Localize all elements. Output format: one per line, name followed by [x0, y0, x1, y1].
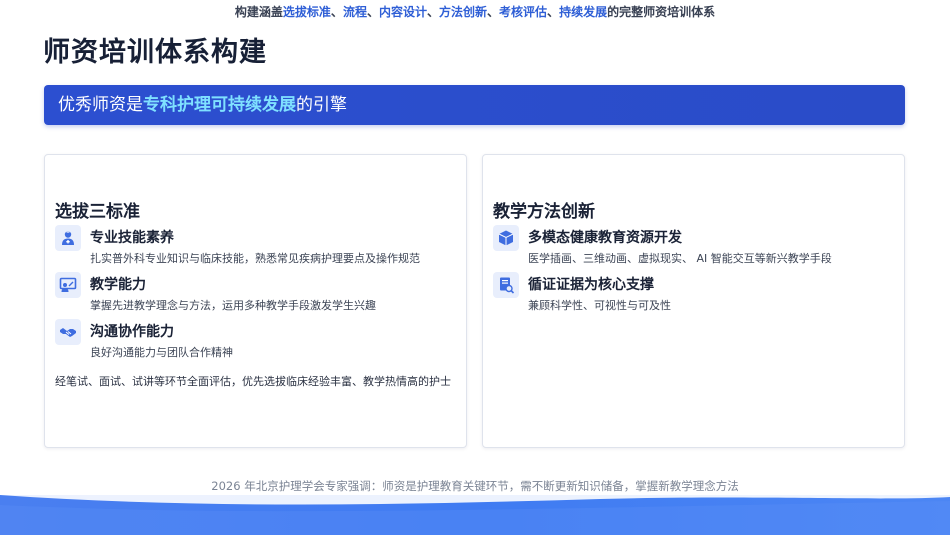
footer-wave-decoration	[0, 495, 950, 535]
subtitle-text: 、	[487, 5, 500, 19]
selection-summary: 经笔试、面试、试讲等环节全面评估，优先选拔临床经验丰富、教学热情高的护士	[55, 375, 451, 388]
banner-text: 的引擎	[296, 95, 347, 115]
item-desc: 兼顾科学性、可视性与可及性	[528, 299, 671, 312]
item-desc: 掌握先进教学理念与方法，运用多种教学手段激发学生兴趣	[90, 299, 376, 312]
top-subtitle: 构建涵盖选拔标准、流程、内容设计、方法创新、考核评估、持续发展的完整师资培训体系	[0, 0, 950, 24]
item-title: 多模态健康教育资源开发	[528, 230, 682, 246]
subtitle-text: 、	[547, 5, 560, 19]
subtitle-text: 的完整师资培训体系	[607, 5, 716, 19]
subtitle-highlight: 流程	[342, 5, 367, 19]
selection-criteria-card: 选拔三标准 专业技能素养 扎实普外科专业知识与临床技能，熟悉常见疾病护理要点及操…	[44, 154, 467, 448]
subtitle-highlight: 持续发展	[559, 5, 608, 19]
subtitle-text: 、	[426, 5, 439, 19]
page-title: 师资培训体系构建	[43, 37, 267, 68]
cube-icon	[493, 225, 519, 251]
subtitle-highlight: 内容设计	[378, 5, 427, 19]
subtitle-highlight: 考核评估	[499, 5, 548, 19]
banner-highlight: 专科护理可持续发展	[143, 95, 296, 115]
card-title: 选拔三标准	[55, 202, 140, 222]
subtitle-text: 、	[330, 5, 343, 19]
item-title: 循证证据为核心支撑	[528, 277, 654, 293]
item-desc: 扎实普外科专业知识与临床技能，熟悉常见疾病护理要点及操作规范	[90, 252, 420, 265]
banner-text: 优秀师资是	[58, 95, 143, 115]
card-title: 教学方法创新	[493, 202, 595, 222]
item-title: 专业技能素养	[90, 230, 174, 246]
item-desc: 医学插画、三维动画、虚拟现实、 AI 智能交互等新兴教学手段	[528, 252, 832, 265]
item-title: 沟通协作能力	[90, 324, 174, 340]
footer-note: 2026 年北京护理学会专家强调：师资是护理教育关键环节，需不断更新知识储备，掌…	[211, 479, 739, 493]
item-title: 教学能力	[90, 277, 146, 293]
nurse-icon	[55, 225, 81, 251]
subtitle-highlight: 方法创新	[439, 5, 488, 19]
key-message-banner: 优秀师资是专科护理可持续发展的引擎	[44, 85, 905, 125]
item-desc: 良好沟通能力与团队合作精神	[90, 346, 233, 359]
evidence-icon	[493, 272, 519, 298]
subtitle-text: 、	[366, 5, 379, 19]
teaching-method-card: 教学方法创新 多模态健康教育资源开发 医学插画、三维动画、虚拟现实、 AI 智能…	[482, 154, 905, 448]
subtitle-highlight: 选拔标准	[282, 5, 331, 19]
handshake-icon	[55, 319, 81, 345]
teaching-icon	[55, 272, 81, 298]
subtitle-text: 构建涵盖	[234, 5, 283, 19]
